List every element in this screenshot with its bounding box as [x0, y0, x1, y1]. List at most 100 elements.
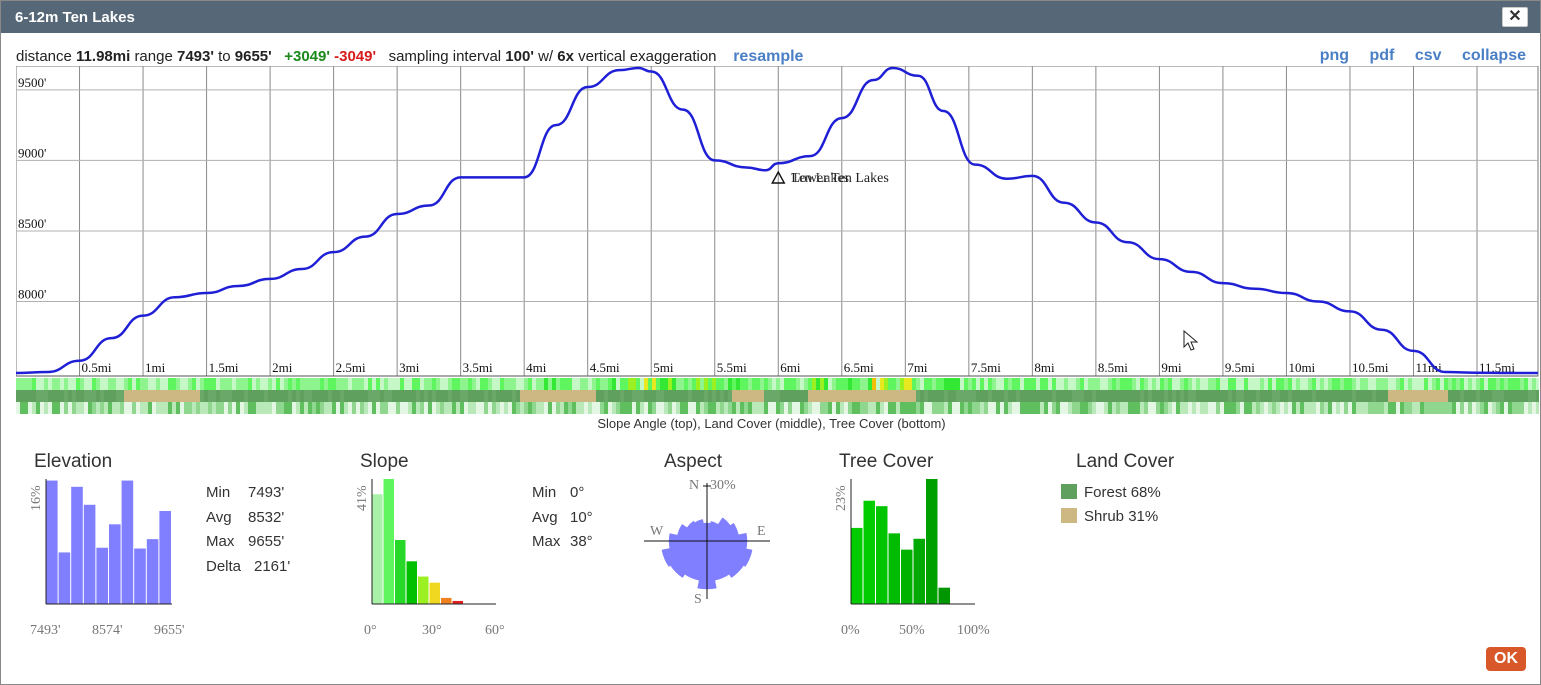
slope-strip-cell: [820, 378, 824, 390]
land-cover-strip-cell: [116, 390, 120, 402]
slope-strip-cell: [200, 378, 204, 390]
land-cover-strip-cell: [88, 390, 92, 402]
land-cover-strip-cell: [324, 390, 328, 402]
tree-cover-strip-cell: [536, 402, 540, 414]
histogram-bar: [876, 506, 888, 604]
tree-cover-strip-cell: [1384, 402, 1388, 414]
slope-strip-cell: [896, 378, 900, 390]
elev-min-label: Min: [206, 484, 231, 501]
x-tick-label: 5mi: [653, 360, 674, 375]
tree-cover-strip-cell: [240, 402, 244, 414]
slope-strip-cell: [672, 378, 676, 390]
png-link[interactable]: png: [1320, 47, 1349, 64]
tree-cover-strip-cell: [824, 402, 828, 414]
slope-strip-cell: [664, 378, 668, 390]
slope-strip-cell: [1320, 378, 1324, 390]
land-cover-strip-cell: [1300, 390, 1304, 402]
slope-strip-cell: [196, 378, 200, 390]
slope-strip-cell: [252, 378, 256, 390]
land-cover-strip-cell: [120, 390, 124, 402]
tree-cover-strip-cell: [304, 402, 308, 414]
slope-strip-cell: [168, 378, 172, 390]
elev-max-value: 9655': [248, 533, 285, 550]
tree-cover-strip-cell: [300, 402, 304, 414]
y-max-label: 16%: [29, 485, 44, 511]
tree-cover-strip-cell: [56, 402, 60, 414]
land-cover-strip-cell: [1392, 390, 1396, 402]
csv-link[interactable]: csv: [1415, 47, 1442, 64]
land-cover-strip-cell: [1388, 390, 1392, 402]
land-cover-strip-cell: [1472, 390, 1476, 402]
land-cover-strip-cell: [1276, 390, 1280, 402]
slope-strip-cell: [1204, 378, 1208, 390]
slope-strip-cell: [88, 378, 92, 390]
land-cover-strip-cell: [384, 390, 388, 402]
slope-strip-cell: [520, 378, 524, 390]
land-cover-strip-cell: [816, 390, 820, 402]
tree-cover-strip-cell: [340, 402, 344, 414]
slope-strip-cell: [1180, 378, 1184, 390]
slope-strip-cell: [292, 378, 296, 390]
land-cover-strip-cell: [264, 390, 268, 402]
title-bar[interactable]: 6-12m Ten Lakes ✕: [1, 1, 1540, 33]
land-cover-strip-cell: [1324, 390, 1328, 402]
resample-link[interactable]: resample: [733, 48, 803, 65]
close-button[interactable]: ✕: [1502, 7, 1528, 27]
tree-cover-strip-cell: [832, 402, 836, 414]
slope-strip-cell: [892, 378, 896, 390]
land-cover-strip-cell: [1340, 390, 1344, 402]
pdf-link[interactable]: pdf: [1369, 47, 1394, 64]
tree-cover-strip-cell: [1228, 402, 1232, 414]
land-cover-strip-cell: [316, 390, 320, 402]
land-cover-strip-cell: [644, 390, 648, 402]
slope-strip-cell: [308, 378, 312, 390]
tree-cover-strip-cell: [116, 402, 120, 414]
land-cover-strip-cell: [328, 390, 332, 402]
land-cover-strip-cell: [1448, 390, 1452, 402]
land-cover-strip-cell: [1204, 390, 1208, 402]
slope-strip-cell: [1240, 378, 1244, 390]
slope-strip-cell: [232, 378, 236, 390]
x-axis-label: 60°: [485, 623, 505, 638]
land-cover-strip-cell: [1536, 390, 1539, 402]
slope-strip-cell: [936, 378, 940, 390]
land-cover-strip-cell: [980, 390, 984, 402]
land-cover-strip-cell: [1124, 390, 1128, 402]
slope-strip-cell: [1224, 378, 1228, 390]
slope-strip-cell: [104, 378, 108, 390]
land-cover-strip-cell: [368, 390, 372, 402]
land-cover-strip-cell: [444, 390, 448, 402]
elevation-profile-chart[interactable]: 0.5mi 1mi 1.5mi 2mi 2.5mi 3mi 3.5mi 4mi 4.5mi 5mi…: [16, 66, 1539, 416]
tree-cover-strip-cell: [212, 402, 216, 414]
profile-stats: distance 11.98mi range 7493' to 9655' +3…: [16, 48, 803, 66]
land-cover-strip-cell: [552, 390, 556, 402]
compass-e-label: E: [757, 524, 766, 539]
slope-strip-cell: [612, 378, 616, 390]
tree-cover-strip-cell: [728, 402, 732, 414]
slope-strip-cell: [16, 378, 20, 390]
slope-strip-cell: [1516, 378, 1520, 390]
tree-cover-strip-cell: [288, 402, 292, 414]
profile-strips: [16, 378, 1539, 414]
slope-strip-cell: [968, 378, 972, 390]
land-cover-strip-cell: [1500, 390, 1504, 402]
slope-strip-cell: [828, 378, 832, 390]
tree-cover-strip-cell: [1216, 402, 1220, 414]
collapse-link[interactable]: collapse: [1462, 47, 1526, 64]
histogram-bar: [851, 527, 863, 604]
land-cover-strip-cell: [224, 390, 228, 402]
slope-strip-cell: [404, 378, 408, 390]
land-cover-strip-cell: [1260, 390, 1264, 402]
slope-strip-cell: [676, 378, 680, 390]
histogram-bar: [395, 539, 406, 604]
ok-button[interactable]: OK: [1486, 647, 1526, 671]
land-cover-strip-cell: [164, 390, 168, 402]
slope-strip-cell: [496, 378, 500, 390]
slope-strip-cell: [1332, 378, 1336, 390]
land-cover-strip-cell: [1428, 390, 1432, 402]
land-cover-strip-cell: [1032, 390, 1036, 402]
slope-strip-cell: [1264, 378, 1268, 390]
slope-strip-cell: [1044, 378, 1048, 390]
tree-cover-strip-cell: [248, 402, 252, 414]
x-tick-label: 3mi: [399, 360, 420, 375]
